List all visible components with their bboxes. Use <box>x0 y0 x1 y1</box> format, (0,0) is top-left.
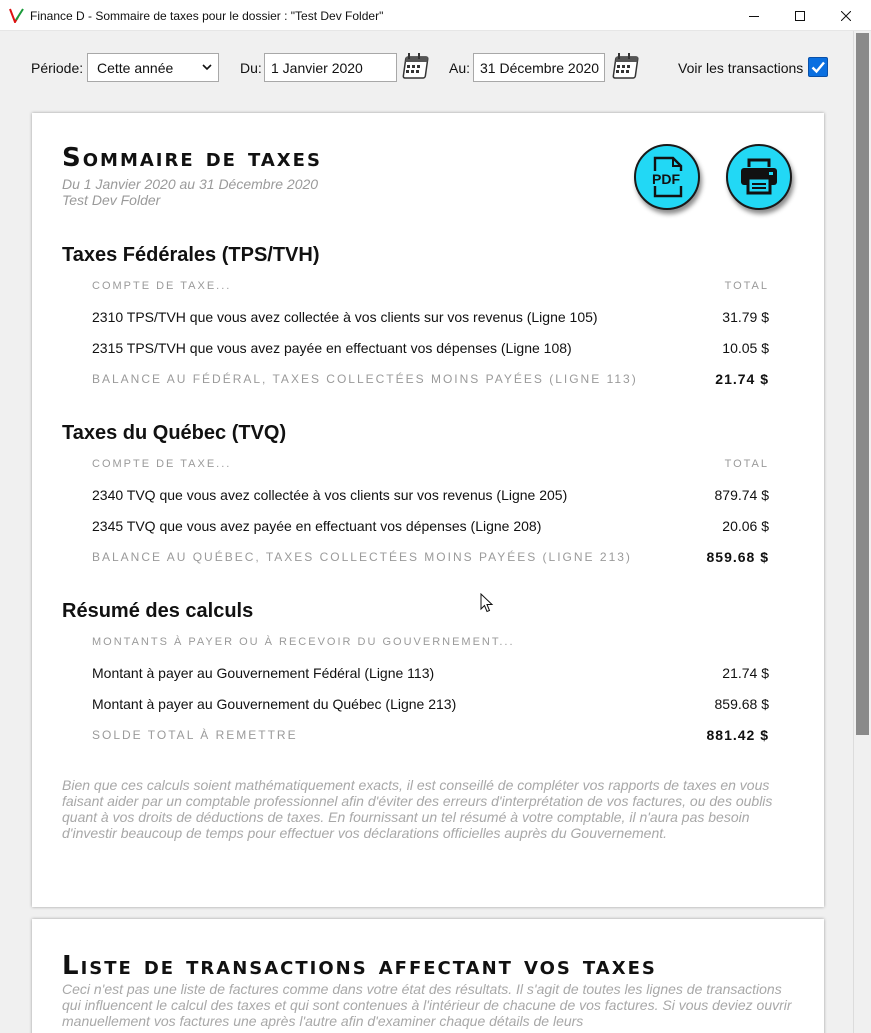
federal-row-amount: 10.05 $ <box>722 340 769 356</box>
close-icon <box>841 10 851 21</box>
minimize-button[interactable] <box>731 0 777 31</box>
federal-col-account: Compte de taxe... <box>92 280 232 292</box>
finance-d-logo-icon <box>9 8 24 23</box>
show-transactions-checkbox[interactable] <box>808 57 828 77</box>
federal-col-total: Total <box>724 280 769 292</box>
quebec-col-account: Compte de taxe... <box>92 458 232 470</box>
calc-row-label: Montant à payer au Gouvernement du Québe… <box>92 696 457 712</box>
transactions-title: Liste de transactions affectant vos taxe… <box>62 951 657 981</box>
maximize-button[interactable] <box>777 0 823 31</box>
minimize-icon <box>749 15 759 17</box>
date-range: Du 1 Janvier 2020 au 31 Décembre 2020 <box>62 176 319 192</box>
quebec-col-total: Total <box>724 458 769 470</box>
quebec-row-label: 2340 TVQ que vous avez collectée à vos c… <box>92 487 568 503</box>
window-title: Finance D - Sommaire de taxes pour le do… <box>30 9 384 23</box>
from-date-field[interactable]: 1 Janvier 2020 <box>264 53 397 82</box>
pdf-icon: PDF <box>649 156 683 198</box>
title-bar: Finance D - Sommaire de taxes pour le do… <box>0 0 871 31</box>
calc-col-header: Montants à payer ou à recevoir du gouver… <box>92 636 515 648</box>
mouse-cursor-icon <box>480 593 494 613</box>
to-label: Au: <box>449 60 471 76</box>
maximize-icon <box>795 10 805 21</box>
total-amount: 881.42 $ <box>706 727 769 743</box>
calc-row-label: Montant à payer au Gouvernement Fédéral … <box>92 665 435 681</box>
calc-heading: Résumé des calculs <box>62 600 254 622</box>
quebec-row-amount: 879.74 $ <box>714 487 770 503</box>
close-button[interactable] <box>823 0 869 31</box>
quebec-balance-amount: 859.68 $ <box>706 549 769 565</box>
period-select-value: Cette année <box>97 60 174 76</box>
calendar-icon[interactable] <box>398 50 430 82</box>
checkmark-icon <box>811 61 825 74</box>
show-transactions-label: Voir les transactions <box>678 60 804 76</box>
calc-row-amount: 21.74 $ <box>722 665 769 681</box>
pdf-export-button[interactable]: PDF <box>634 144 700 210</box>
federal-row-amount: 31.79 $ <box>722 309 769 325</box>
quebec-row-amount: 20.06 $ <box>722 518 769 534</box>
federal-balance-amount: 21.74 $ <box>715 371 769 387</box>
vertical-scrollbar[interactable] <box>853 31 871 1033</box>
calendar-icon[interactable] <box>608 50 640 82</box>
folder-name: Test Dev Folder <box>62 192 161 208</box>
to-date-field[interactable]: 31 Décembre 2020 <box>473 53 605 82</box>
from-label: Du: <box>240 60 262 76</box>
print-button[interactable] <box>726 144 792 210</box>
printer-icon <box>741 158 777 195</box>
federal-row-label: 2310 TPS/TVH que vous avez collectée à v… <box>92 309 598 325</box>
tax-summary-card: Sommaire de taxes Du 1 Janvier 2020 au 3… <box>32 113 824 907</box>
total-label: Solde total à remettre <box>92 728 298 742</box>
svg-text:PDF: PDF <box>652 171 680 187</box>
federal-heading: Taxes Fédérales (TPS/TVH) <box>62 244 320 266</box>
quebec-heading: Taxes du Québec (TVQ) <box>62 422 287 444</box>
transactions-card: Liste de transactions affectant vos taxe… <box>32 919 824 1033</box>
quebec-row-label: 2345 TVQ que vous avez payée en effectua… <box>92 518 542 534</box>
transactions-note: Ceci n'est pas une liste de factures com… <box>62 981 792 1029</box>
federal-row-label: 2315 TPS/TVH que vous avez payée en effe… <box>92 340 572 356</box>
chevron-down-icon <box>202 64 212 71</box>
page-title: Sommaire de taxes <box>62 143 322 173</box>
scrollbar-thumb[interactable] <box>856 33 869 735</box>
calc-row-amount: 859.68 $ <box>714 696 770 712</box>
disclaimer-text: Bien que ces calculs soient mathématique… <box>62 777 773 841</box>
quebec-balance-label: Balance au Québec, taxes collectées moin… <box>92 550 632 564</box>
federal-balance-label: Balance au fédéral, taxes collectées moi… <box>92 372 638 386</box>
period-select[interactable]: Cette année <box>87 53 219 82</box>
period-label: Période: <box>31 60 84 76</box>
